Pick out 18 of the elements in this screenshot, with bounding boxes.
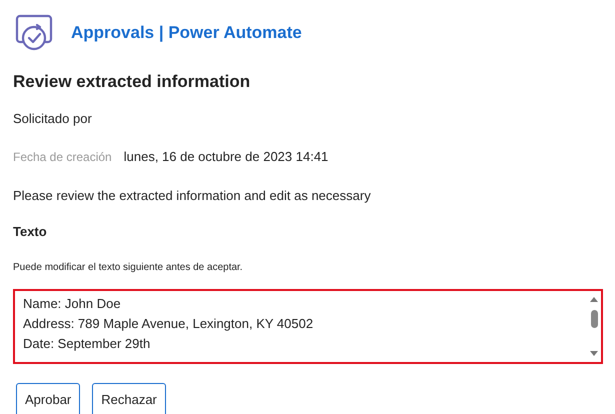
scroll-down-icon[interactable] — [590, 350, 598, 356]
requested-by-label: Solicitado por — [13, 110, 92, 128]
action-button[interactable]: Aprobar — [16, 382, 80, 414]
created-value: lunes, 16 de octubre de 2023 14:41 — [124, 148, 328, 166]
text-hint: Puede modificar el texto siguiente antes de aceptar. — [13, 260, 243, 274]
action-button[interactable]: Rechazar — [92, 382, 166, 414]
scroll-up-icon[interactable] — [590, 296, 598, 302]
page-heading: Review extracted information — [13, 71, 250, 93]
scroll-thumb[interactable] — [590, 310, 598, 328]
approvals-logo-icon — [15, 14, 53, 52]
text-line: Date: September 29th — [23, 334, 150, 353]
created-label: Fecha de creación — [13, 149, 112, 166]
text-line: Address: 789 Maple Avenue, Lexington, KY 40502 — [23, 314, 314, 333]
instructions-text: Please review the extracted information and edit as necessary — [13, 186, 371, 205]
text-section-label: Texto — [13, 223, 47, 241]
text-area[interactable]: Name: John Doe Address: 789 Maple Avenue, Lexington, KY 40502 Date: September 29th — [13, 288, 603, 364]
text-line: Name: John Doe — [23, 294, 121, 312]
app-title: Approvals | Power Automate — [71, 22, 302, 44]
